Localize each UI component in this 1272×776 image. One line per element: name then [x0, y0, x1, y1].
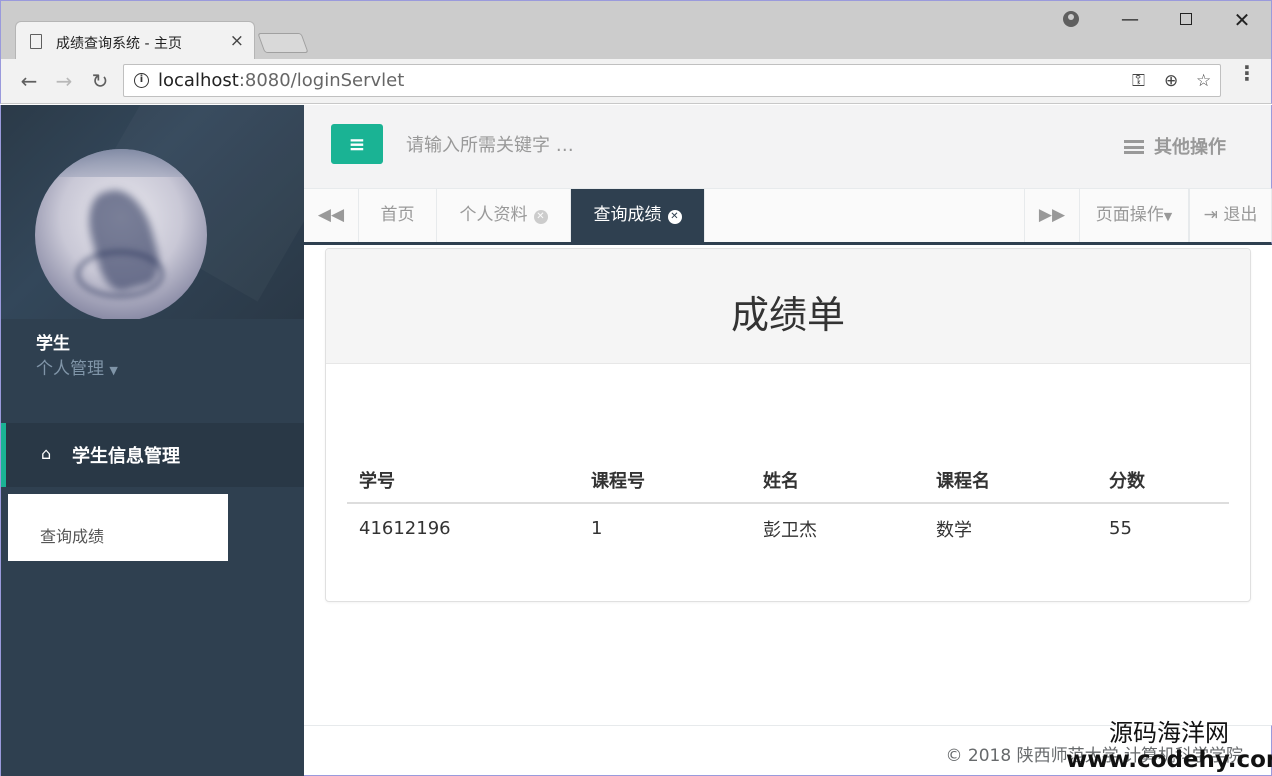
- tab-close-icon[interactable]: ✕: [667, 210, 682, 224]
- column-header-score: 分数: [1097, 457, 1229, 504]
- watermark-en: www.codehy.com: [1066, 747, 1272, 773]
- cell-score: 55: [1109, 518, 1132, 539]
- avatar[interactable]: [35, 149, 207, 319]
- search-input[interactable]: [406, 132, 806, 158]
- tab-home[interactable]: 首页: [359, 189, 437, 242]
- minimize-button[interactable]: —: [1115, 7, 1145, 33]
- menu-toggle-button[interactable]: ≡: [331, 124, 383, 164]
- panel-header: 成绩单: [326, 249, 1250, 364]
- tab-profile[interactable]: 个人资料 ✕: [437, 189, 571, 242]
- back-button[interactable]: ←: [16, 68, 42, 94]
- url-text[interactable]: localhost:8080/loginServlet: [158, 70, 404, 91]
- browser-tab-title: 成绩查询系统 - 主页: [56, 36, 182, 52]
- page-operations-label: 页面操作: [1095, 205, 1164, 225]
- address-bar[interactable]: i localhost:8080/loginServlet ⚿ ⊕ ☆: [123, 64, 1221, 97]
- column-header-student-id: 学号: [347, 457, 579, 504]
- document-icon: [30, 34, 42, 49]
- table-row: 41612196 1 彭卫杰 数学 55: [347, 503, 1229, 553]
- tab-close-icon[interactable]: ×: [230, 31, 244, 51]
- other-operations-label: 其他操作: [1154, 137, 1226, 158]
- other-operations-button[interactable]: 其他操作: [1124, 133, 1226, 159]
- close-window-button[interactable]: ✕: [1227, 7, 1257, 33]
- profile-header: [1, 105, 304, 319]
- column-header-name: 姓名: [751, 457, 924, 504]
- personal-management-label: 个人管理: [36, 359, 104, 379]
- info-icon[interactable]: i: [134, 73, 149, 88]
- forward-button[interactable]: →: [51, 68, 77, 94]
- account-icon[interactable]: [1063, 11, 1079, 27]
- submenu-item-label: 查询成绩: [40, 527, 105, 546]
- column-header-course-name: 课程名: [924, 457, 1097, 504]
- content-tabs: ◀◀ 首页 个人资料 ✕ 查询成绩 ✕ ▶▶ 页面操作▼ ⇥ 退出: [304, 189, 1272, 245]
- column-header-course-id: 课程号: [579, 457, 751, 504]
- reload-button[interactable]: ↻: [87, 68, 113, 94]
- tabs-scroll-right-button[interactable]: ▶▶: [1024, 189, 1080, 242]
- bookmark-star-icon[interactable]: ☆: [1196, 71, 1211, 91]
- tab-query-grades[interactable]: 查询成绩 ✕: [571, 189, 705, 242]
- personal-management-dropdown[interactable]: 个人管理 ▼: [36, 354, 118, 379]
- sidebar: 学生 个人管理 ▼ ⌂ 学生信息管理 查询成绩: [0, 105, 304, 776]
- grades-panel: 成绩单 学号 课程号 姓名 课程名 分数 41612196 1 彭卫杰 数学 5…: [325, 248, 1251, 602]
- maximize-button[interactable]: [1171, 7, 1201, 33]
- browser-titlebar: 成绩查询系统 - 主页 × — ✕: [0, 0, 1272, 61]
- url-path: :8080/loginServlet: [238, 70, 405, 91]
- page-title: 成绩单: [730, 293, 845, 337]
- tab-grades-label: 查询成绩: [593, 205, 662, 225]
- user-block: 学生 个人管理 ▼: [1, 319, 304, 423]
- user-name: 学生: [36, 334, 70, 354]
- sign-out-icon: ⇥: [1203, 205, 1218, 225]
- tasks-icon: [1124, 140, 1144, 154]
- cell-course-name: 数学: [936, 519, 972, 541]
- table-header-row: 学号 课程号 姓名 课程名 分数: [347, 457, 1229, 504]
- watermark-cn: 源码海洋网: [1109, 719, 1229, 747]
- home-icon: ⌂: [41, 444, 52, 463]
- url-host: localhost: [158, 70, 239, 91]
- watermark: 源码海洋网 www.codehy.com: [1066, 719, 1272, 773]
- tab-profile-label: 个人资料: [459, 205, 528, 225]
- cell-student-id: 41612196: [359, 518, 451, 539]
- page-operations-dropdown[interactable]: 页面操作▼: [1080, 189, 1189, 242]
- logout-button[interactable]: ⇥ 退出: [1189, 189, 1272, 242]
- cell-name: 彭卫杰: [763, 519, 817, 541]
- browser-tab[interactable]: 成绩查询系统 - 主页 ×: [15, 21, 255, 61]
- submenu-item-query-grades[interactable]: 查询成绩: [8, 494, 228, 561]
- grades-table: 学号 课程号 姓名 课程名 分数 41612196 1 彭卫杰 数学 55: [347, 457, 1229, 553]
- top-header: ≡ 其他操作: [304, 105, 1272, 189]
- logout-label: 退出: [1223, 205, 1258, 225]
- caret-down-icon: ▼: [1163, 210, 1173, 223]
- browser-toolbar: ← → ↻ i localhost:8080/loginServlet ⚿ ⊕ …: [0, 59, 1272, 104]
- caret-down-icon: ▼: [109, 364, 118, 377]
- sidebar-item-student-info[interactable]: ⌂ 学生信息管理: [1, 423, 304, 487]
- tab-close-icon[interactable]: ✕: [533, 210, 548, 224]
- new-tab-button[interactable]: [257, 33, 309, 53]
- zoom-icon[interactable]: ⊕: [1164, 71, 1178, 91]
- tabs-scroll-left-button[interactable]: ◀◀: [304, 189, 359, 242]
- key-icon[interactable]: ⚿: [1132, 71, 1145, 91]
- sidebar-item-label: 学生信息管理: [72, 446, 180, 467]
- maximize-icon: [1180, 13, 1192, 25]
- browser-menu-icon[interactable]: ⋮: [1237, 63, 1257, 83]
- cell-course-id: 1: [591, 518, 603, 539]
